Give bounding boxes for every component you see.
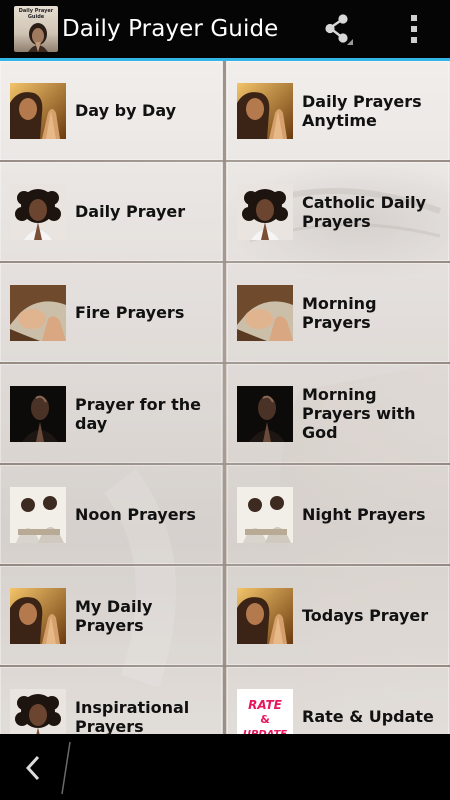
person-looking-up-dark-thumbnail: [237, 385, 293, 442]
woman-curly-hair-praying-thumbnail: [237, 183, 293, 240]
grid-divider-vertical: [223, 61, 226, 734]
nav-divider: [61, 741, 71, 795]
app-icon-figure: [28, 23, 48, 52]
menu-tile-label: Fire Prayers: [75, 303, 185, 322]
couple-praying-thumbnail: [10, 486, 66, 543]
praying-hands-woman-thumbnail: [10, 82, 66, 139]
overflow-menu-icon: [411, 15, 417, 43]
praying-hands-woman-thumbnail: [237, 587, 293, 644]
back-icon: [25, 755, 40, 781]
menu-tile-label: My Daily Prayers: [75, 596, 153, 635]
rate-update-badge-thumbnail: RATE & UPDATE: [237, 688, 293, 734]
menu-tile-label: Daily Prayer: [75, 202, 186, 221]
menu-tile-rate-update[interactable]: RATE & UPDATE Rate & Update: [227, 667, 449, 734]
menu-tile-label: Rate & Update: [302, 707, 434, 726]
couple-praying-thumbnail: [237, 486, 293, 543]
menu-tile-label: Night Prayers: [302, 505, 426, 524]
menu-tile-daily-prayers-anytime[interactable]: Daily Prayers Anytime: [227, 61, 449, 160]
woman-head-bowed-thumbnail: [10, 284, 66, 341]
menu-tile-noon-prayers[interactable]: Noon Prayers: [0, 465, 222, 564]
menu-tile-day-by-day[interactable]: Day by Day: [0, 61, 222, 160]
action-bar: Daily Prayer Guide Daily Prayer Guide: [0, 0, 450, 58]
menu-tile-label: Inspirational Prayers: [75, 697, 190, 735]
content-area: Day by Day Daily Prayers Anytime Daily Pra…: [0, 61, 450, 734]
app-title: Daily Prayer Guide: [62, 16, 279, 42]
navigation-bar: [0, 734, 450, 800]
menu-tile-my-daily-prayers[interactable]: My Daily Prayers: [0, 566, 222, 665]
menu-tile-label: Catholic Daily Prayers: [302, 192, 427, 231]
share-button[interactable]: [310, 0, 366, 58]
praying-hands-woman-thumbnail: [10, 587, 66, 644]
menu-tile-morning-prayers-with-god[interactable]: Morning Prayers with God: [227, 364, 449, 463]
woman-head-bowed-thumbnail: [237, 284, 293, 341]
back-button[interactable]: [14, 748, 54, 788]
woman-curly-hair-praying-thumbnail: [10, 688, 66, 734]
person-looking-up-dark-thumbnail: [10, 385, 66, 442]
badge-rate-text: RATE: [248, 698, 283, 712]
praying-hands-woman-thumbnail: [237, 82, 293, 139]
menu-tile-night-prayers[interactable]: Night Prayers: [227, 465, 449, 564]
badge-amp-text: &: [260, 713, 270, 726]
menu-tile-daily-prayer[interactable]: Daily Prayer: [0, 162, 222, 261]
menu-tile-inspirational-prayers[interactable]: Inspirational Prayers: [0, 667, 222, 734]
menu-tile-fire-prayers[interactable]: Fire Prayers: [0, 263, 222, 362]
share-icon: [325, 14, 353, 45]
menu-tile-label: Morning Prayers with God: [302, 385, 416, 442]
menu-tile-morning-prayers[interactable]: Morning Prayers: [227, 263, 449, 362]
menu-tile-label: Morning Prayers: [302, 293, 377, 332]
menu-tile-todays-prayer[interactable]: Todays Prayer: [227, 566, 449, 665]
menu-tile-prayer-for-the-day[interactable]: Prayer for the day: [0, 364, 222, 463]
overflow-menu-button[interactable]: [386, 0, 442, 58]
app-icon[interactable]: Daily Prayer Guide: [14, 6, 58, 52]
menu-tile-label: Day by Day: [75, 101, 177, 120]
screen: Daily Prayer Guide Daily Prayer Guide Da…: [0, 0, 450, 800]
menu-tile-label: Noon Prayers: [75, 505, 196, 524]
menu-tile-catholic-daily-prayers[interactable]: Catholic Daily Prayers: [227, 162, 449, 261]
woman-curly-hair-praying-thumbnail: [10, 183, 66, 240]
menu-tile-label: Todays Prayer: [302, 606, 429, 625]
menu-tile-label: Prayer for the day: [75, 394, 201, 433]
menu-tile-label: Daily Prayers Anytime: [302, 91, 422, 130]
